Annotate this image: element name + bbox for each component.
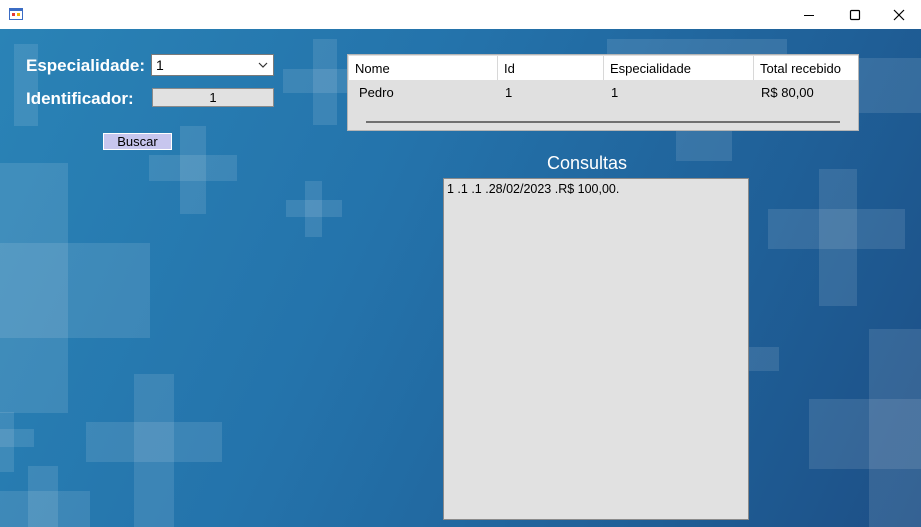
column-header-id[interactable]: Id <box>498 56 604 80</box>
title-bar <box>0 0 921 29</box>
identificador-label: Identificador: <box>26 89 134 108</box>
cell-total-recebido: R$ 80,00 <box>761 85 814 100</box>
list-item[interactable]: 1 .1 .1 .28/02/2023 .R$ 100,00. <box>444 179 748 199</box>
minimize-button[interactable] <box>786 0 832 29</box>
column-header-especialidade[interactable]: Especialidade <box>604 56 754 80</box>
especialidade-combobox[interactable]: 1 <box>151 54 274 76</box>
identificador-field[interactable]: 1 <box>152 88 274 107</box>
app-icon <box>9 7 23 21</box>
table-row[interactable]: Pedro 1 1 R$ 80,00 <box>349 80 858 104</box>
consultas-title: Consultas <box>547 153 628 173</box>
form-client-area: Especialidade: 1 Identificador: 1 Buscar… <box>0 29 921 527</box>
grid-header: Nome Id Especialidade Total recebido <box>349 56 858 80</box>
chevron-down-icon <box>258 62 268 68</box>
column-header-total-recebido[interactable]: Total recebido <box>754 56 858 80</box>
cell-especialidade: 1 <box>611 85 619 100</box>
minimize-icon <box>804 14 814 16</box>
column-header-nome[interactable]: Nome <box>349 56 498 80</box>
horizontal-scrollbar[interactable] <box>366 121 840 123</box>
especialidade-label: Especialidade: <box>26 56 146 75</box>
especialidade-value: 1 <box>156 57 164 73</box>
maximize-button[interactable] <box>832 0 878 29</box>
maximize-icon <box>849 9 861 20</box>
buscar-button[interactable]: Buscar <box>103 133 172 150</box>
app-window: Especialidade: 1 Identificador: 1 Buscar… <box>0 0 921 527</box>
consultas-listbox[interactable]: 1 .1 .1 .28/02/2023 .R$ 100,00. <box>443 178 749 520</box>
results-grid[interactable]: Nome Id Especialidade Total recebido Ped… <box>347 54 859 131</box>
cell-id: 1 <box>505 85 513 100</box>
close-button[interactable] <box>876 0 921 29</box>
close-icon <box>893 9 905 20</box>
cell-nome: Pedro <box>359 85 394 100</box>
